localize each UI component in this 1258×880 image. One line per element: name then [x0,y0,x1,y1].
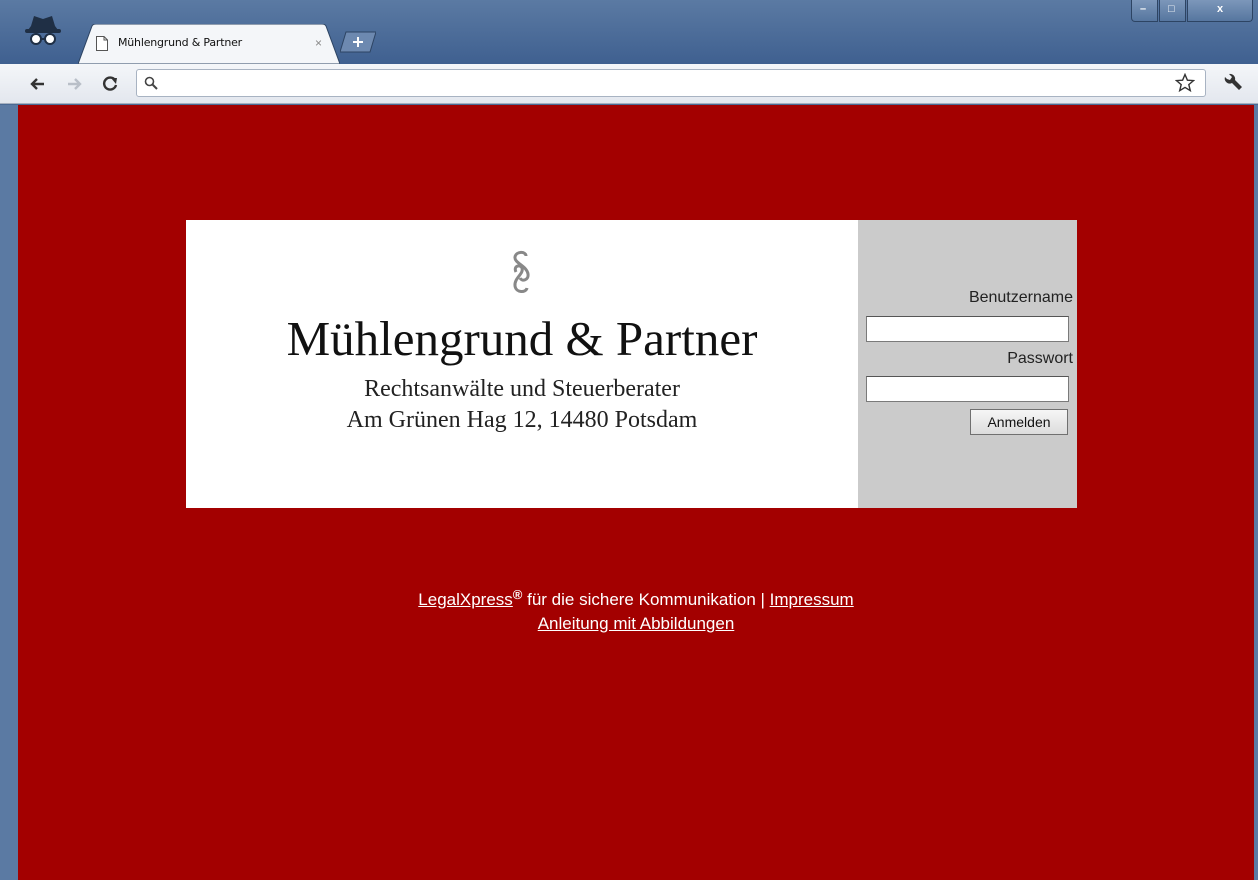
login-button[interactable]: Anmelden [970,409,1068,435]
impressum-link[interactable]: Impressum [770,590,854,609]
firm-address: Am Grünen Hag 12, 14480 Potsdam [346,407,698,433]
legalxpress-link[interactable]: LegalXpress [418,590,513,609]
guide-link[interactable]: Anleitung mit Abbildungen [538,614,735,633]
browser-titlebar: Mühlengrund & Partner × – □ x [0,0,1258,64]
close-icon: x [1217,3,1224,15]
firm-subtitle: Rechtsanwälte und Steuerberater Am Grüne… [186,374,858,436]
firm-name: Mühlengrund & Partner [286,311,758,366]
search-icon [144,76,158,90]
footer-line-2: Anleitung mit Abbildungen [18,612,1254,636]
address-bar[interactable] [136,69,1206,97]
tab-title: Mühlengrund & Partner [118,36,243,49]
registered-mark: ® [512,587,523,602]
browser-toolbar [0,64,1258,104]
tab-close-icon[interactable]: × [315,36,322,50]
wrench-menu-icon[interactable] [1222,73,1244,93]
minimize-button[interactable]: – [1131,0,1158,22]
page-favicon-icon [96,36,108,51]
address-input[interactable] [165,73,1155,93]
tab-active[interactable]: Mühlengrund & Partner × [78,24,340,64]
username-label: Benutzername [968,289,1073,306]
new-tab-button[interactable] [340,31,376,53]
maximize-icon: □ [1168,3,1175,15]
footer-line-1: LegalXpress® für die sichere Kommunikati… [18,588,1254,612]
maximize-button[interactable]: □ [1159,0,1186,22]
close-window-button[interactable]: x [1187,0,1253,22]
window-frame-right [1254,105,1258,880]
login-panel: Benutzername Passwort Anmelden [858,220,1077,508]
firm-banner: Mühlengrund & Partner Rechtsanwälte und … [186,220,858,508]
paragraph-logo-icon [513,250,530,293]
username-input[interactable] [866,316,1069,342]
forward-arrow-icon[interactable] [64,74,84,94]
firm-description: Rechtsanwälte und Steuerberater [364,376,680,402]
password-label: Passwort [1007,350,1073,367]
minimize-icon: – [1140,3,1147,15]
footer-tagline: für die sichere Kommunikation | [522,590,770,609]
back-arrow-icon[interactable] [28,74,48,94]
incognito-icon [25,16,61,45]
reload-icon[interactable] [100,74,120,94]
password-input[interactable] [866,376,1069,402]
window-frame-left [0,105,18,880]
bookmark-star-icon[interactable] [1175,73,1195,93]
page-content: Mühlengrund & Partner Rechtsanwälte und … [18,105,1254,880]
page-footer: LegalXpress® für die sichere Kommunikati… [18,588,1254,636]
